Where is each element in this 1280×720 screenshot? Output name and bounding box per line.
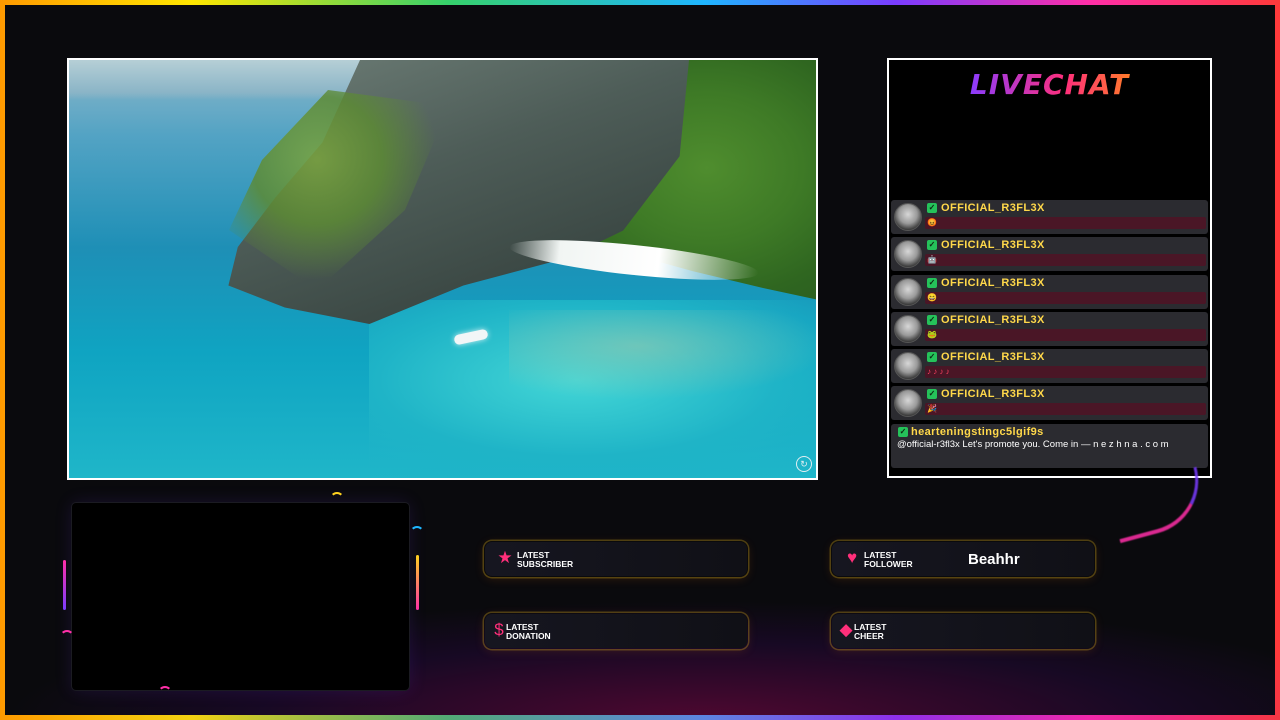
chat-message: ✓ OFFICIAL_R3FL3X 🤖 [891,237,1208,272]
chat-emote: 😡 [927,218,937,227]
moderator-badge-icon: ✓ [927,203,937,213]
widget-label: LATEST SUBSCRIBER [517,550,574,569]
avatar [894,240,922,269]
latest-follower-value: Beahhr [968,551,1020,568]
moderator-badge-icon: ✓ [927,277,937,288]
chat-emote: 😄 [927,292,937,302]
heart-icon: ♥ [846,548,858,567]
latest-donation-widget: $ LATEST DONATION [483,612,749,650]
avatar [894,389,922,418]
chat-username: OFFICIAL_R3FL3X [941,239,1045,252]
diamond-icon: ◆ [839,620,853,639]
chat-username: OFFICIAL_R3FL3X [941,276,1045,289]
webcam-corner-dot [330,492,344,506]
gameplay-video-panel: ↻ [67,58,818,480]
latest-follower-widget: ♥ LATEST FOLLOWER Beahhr [830,540,1096,578]
moderator-badge-icon: ✓ [927,352,937,363]
reef-area [509,310,816,400]
livechat-panel: LIVECHAT ✓ OFFICIAL_R3FL3X 😡 ✓ OFFICIAL_… [887,58,1212,478]
decorative-neon-arc [1106,466,1211,544]
avatar [894,277,922,306]
chat-message: ✓ hearteningstingc5lgif9s @official-r3fl… [891,423,1208,468]
chat-message-bar [925,217,1206,229]
webcam-corner-dot [410,526,424,540]
chat-emote: 🐸 [927,329,937,339]
webcam-accent-right [416,555,419,610]
chat-message-bar [925,403,1206,416]
chat-message: ✓ OFFICIAL_R3FL3X 🐸 [891,311,1208,346]
webcam-accent-left [63,560,66,610]
moderator-badge-icon: ✓ [898,426,908,437]
chat-message-text: @official-r3fl3x Let's promote you. Come… [897,438,1169,450]
chat-message: ✓ OFFICIAL_R3FL3X ♪ ♪ ♪ ♪ [891,349,1208,384]
latest-subscriber-widget: ★ LATEST SUBSCRIBER [483,540,749,578]
chat-message-bar [925,291,1206,304]
webcam-frame [72,503,409,690]
chat-emote: ♪ ♪ ♪ ♪ [927,367,950,377]
widget-label: LATEST DONATION [506,622,551,641]
webcam-corner-dot [158,686,172,700]
chat-username: OFFICIAL_R3FL3X [941,351,1045,364]
livechat-title: LIVECHAT [889,68,1210,101]
moderator-badge-icon: ✓ [927,314,937,325]
latest-cheer-widget: ◆ LATEST CHEER [830,612,1096,650]
chat-emote: 🎉 [927,404,937,414]
avatar [894,352,922,381]
chat-message-list[interactable]: ✓ OFFICIAL_R3FL3X 😡 ✓ OFFICIAL_R3FL3X 🤖 … [891,200,1208,471]
avatar [894,203,922,231]
chat-emote: 🤖 [927,255,937,265]
moderator-badge-icon: ✓ [927,389,937,400]
watermark-icon: ↻ [796,456,812,472]
chat-username: OFFICIAL_R3FL3X [941,388,1045,401]
chat-username: hearteningstingc5lgif9s [911,425,1044,438]
webcam-corner-dot [60,630,74,644]
chat-message: ✓ OFFICIAL_R3FL3X 😄 [891,274,1208,309]
chat-message-bar [925,366,1206,379]
moderator-badge-icon: ✓ [927,240,937,251]
chat-username: OFFICIAL_R3FL3X [941,313,1045,326]
star-icon: ★ [497,548,513,567]
widget-label: LATEST CHEER [854,622,887,641]
chat-message: ✓ OFFICIAL_R3FL3X 🎉 [891,386,1208,421]
chat-message-bar [925,328,1206,341]
chat-username: OFFICIAL_R3FL3X [941,202,1045,214]
avatar [894,314,922,343]
chat-message: ✓ OFFICIAL_R3FL3X 😡 [891,200,1208,234]
widget-label: LATEST FOLLOWER [864,550,913,569]
chat-message-bar [925,254,1206,267]
